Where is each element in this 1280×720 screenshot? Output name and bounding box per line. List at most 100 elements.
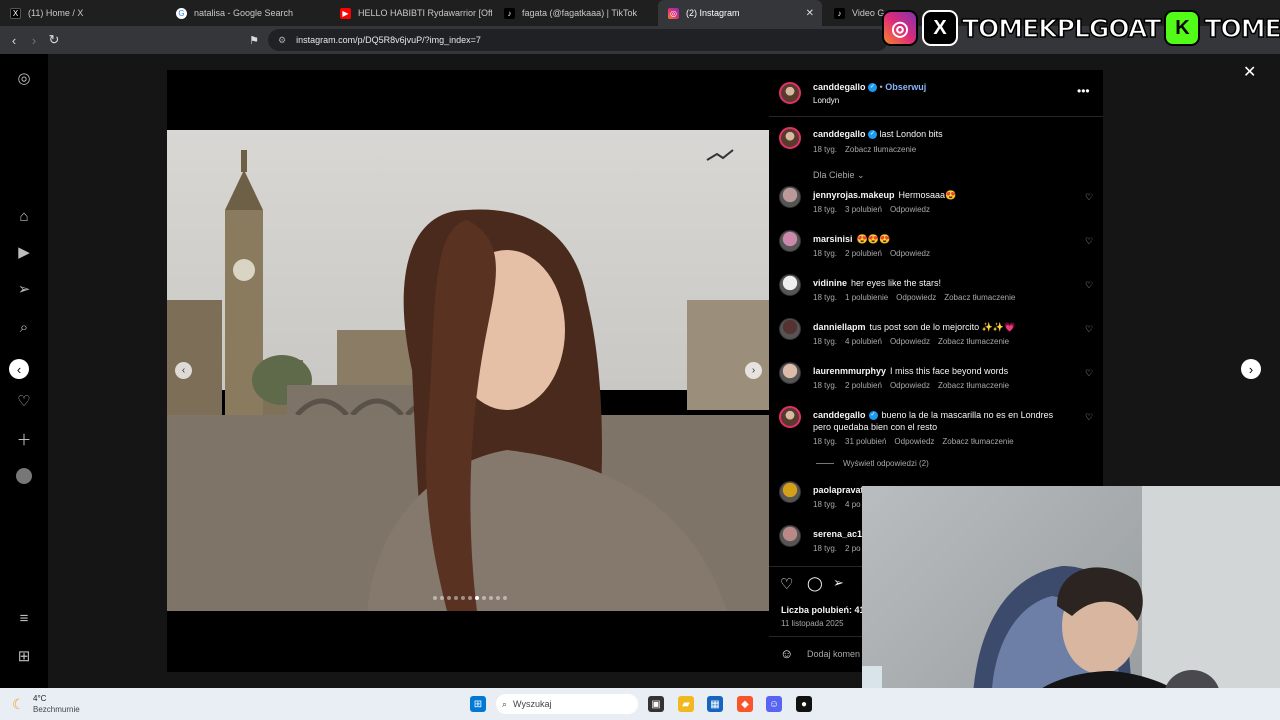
- close-tab-icon[interactable]: ✕: [806, 8, 814, 19]
- comment-likes[interactable]: 3 polubień: [845, 205, 882, 214]
- comment-like-heart-icon[interactable]: ♡: [1085, 236, 1095, 246]
- for-you-dropdown[interactable]: Dla Ciebie ⌄: [813, 170, 865, 181]
- comment-likes[interactable]: 2 po: [845, 544, 861, 553]
- like-heart-icon[interactable]: ♡: [780, 575, 793, 593]
- bookmark-icon[interactable]: ⚑: [244, 30, 264, 50]
- comment-username[interactable]: vidinine: [813, 278, 847, 288]
- search-icon[interactable]: ⌕: [14, 317, 34, 337]
- comment-likes[interactable]: 2 polubień: [845, 381, 882, 390]
- comment-likes[interactable]: 4 polubień: [845, 337, 882, 346]
- messages-icon[interactable]: ➢: [14, 279, 34, 299]
- windows-start-icon[interactable]: ⊞: [470, 696, 486, 712]
- comment-text: tus post son de lo mejorcito ✨✨💗: [869, 322, 1016, 332]
- share-icon[interactable]: ➢: [833, 575, 844, 591]
- forward-arrow-icon[interactable]: ›: [24, 30, 44, 50]
- back-arrow-icon[interactable]: ‹: [4, 30, 24, 50]
- comment-like-heart-icon[interactable]: ♡: [1085, 192, 1095, 202]
- comment-body: marsinisi 😍😍😍: [813, 233, 1063, 245]
- tab-instagram[interactable]: ◎ (2) Instagram ✕: [658, 0, 822, 26]
- tab-x[interactable]: X (11) Home / X: [0, 0, 166, 26]
- comment-likes[interactable]: 4 po: [845, 500, 861, 509]
- taskbar-search[interactable]: ⌕ Wyszukaj: [496, 694, 638, 714]
- home-icon[interactable]: ⌂: [14, 206, 34, 226]
- notifications-heart-icon[interactable]: ♡: [14, 391, 34, 411]
- tab-tiktok[interactable]: ♪ fagata (@fagatkaaa) | TikTok: [494, 0, 658, 26]
- caption-username[interactable]: canddegallo: [813, 129, 866, 139]
- commenter-avatar[interactable]: [779, 186, 801, 208]
- translate-link[interactable]: Zobacz tłumaczenie: [942, 437, 1013, 446]
- commenter-avatar[interactable]: [779, 481, 801, 503]
- comment-likes[interactable]: 31 polubień: [845, 437, 886, 446]
- close-modal-icon[interactable]: ✕: [1243, 62, 1256, 82]
- reply-link[interactable]: Odpowiedz: [896, 293, 936, 302]
- comment-meta: 18 tyg. 2 polubień Odpowiedz Zobacz tłumacz…: [813, 381, 1009, 390]
- translate-link[interactable]: Zobacz tłumaczenie: [845, 145, 916, 154]
- add-comment-input[interactable]: Dodaj komen: [807, 649, 860, 659]
- carousel-dot: [468, 596, 472, 600]
- site-info-icon[interactable]: ⚙: [278, 35, 286, 46]
- comment-like-heart-icon[interactable]: ♡: [1085, 280, 1095, 290]
- comment-like-heart-icon[interactable]: ♡: [1085, 368, 1095, 378]
- emoji-icon[interactable]: ☺: [780, 646, 793, 661]
- translate-link[interactable]: Zobacz tłumaczenie: [938, 337, 1009, 346]
- reply-link[interactable]: Odpowiedz: [890, 249, 930, 258]
- translate-link[interactable]: Zobacz tłumaczenie: [938, 381, 1009, 390]
- translate-link[interactable]: Zobacz tłumaczenie: [944, 293, 1015, 302]
- reply-link[interactable]: Odpowiedz: [890, 337, 930, 346]
- reply-link[interactable]: Odpowiedz: [894, 437, 934, 446]
- next-post-arrow-icon[interactable]: ›: [1241, 359, 1261, 379]
- commenter-avatar[interactable]: [779, 274, 801, 296]
- store-icon[interactable]: ▦: [707, 696, 723, 712]
- view-replies-link[interactable]: Wyświetl odpowiedzi (2): [843, 459, 929, 468]
- instagram-logo-icon[interactable]: ◎: [14, 68, 34, 88]
- comment-username[interactable]: laurenmmurphyy: [813, 366, 886, 376]
- discord-icon[interactable]: ☺: [766, 696, 782, 712]
- meta-apps-icon[interactable]: ⊞: [14, 646, 34, 666]
- comment-username[interactable]: serena_ac14: [813, 529, 867, 539]
- reply-link[interactable]: Odpowiedz: [890, 381, 930, 390]
- comment-like-heart-icon[interactable]: ♡: [1085, 324, 1095, 334]
- follow-button[interactable]: Obserwuj: [885, 82, 926, 92]
- weather-moon-icon[interactable]: ☾: [12, 696, 25, 713]
- tab-video[interactable]: ♪ Video Gam: [824, 0, 884, 26]
- commenter-avatar[interactable]: [779, 230, 801, 252]
- post-location[interactable]: Londyn: [813, 96, 839, 105]
- weather-temp[interactable]: 4°C: [33, 694, 46, 703]
- brave-browser-icon[interactable]: ◆: [737, 696, 753, 712]
- commenter-avatar[interactable]: [779, 525, 801, 547]
- commenter-avatar[interactable]: [779, 318, 801, 340]
- reels-icon[interactable]: ▶: [14, 242, 34, 262]
- likes-count[interactable]: Liczba polubień: 41: [781, 605, 865, 615]
- more-options-icon[interactable]: •••: [1077, 84, 1090, 98]
- comment-likes[interactable]: 1 polubienie: [845, 293, 888, 302]
- obs-icon[interactable]: ●: [796, 696, 812, 712]
- comment-username[interactable]: paolapravat: [813, 485, 864, 495]
- comment-username[interactable]: jennyrojas.makeup: [813, 190, 895, 200]
- task-view-icon[interactable]: ▣: [648, 696, 664, 712]
- file-explorer-icon[interactable]: ▰: [678, 696, 694, 712]
- comment-username[interactable]: marsinisi: [813, 234, 853, 244]
- weather-condition[interactable]: Bezchmurnie: [33, 705, 80, 714]
- more-menu-icon[interactable]: ≡: [14, 608, 34, 628]
- carousel-next-icon[interactable]: ›: [745, 362, 762, 379]
- commenter-avatar[interactable]: [779, 362, 801, 384]
- reply-link[interactable]: Odpowiedz: [890, 205, 930, 214]
- author-username[interactable]: canddegallo: [813, 82, 866, 92]
- address-bar[interactable]: ⚙ instagram.com/p/DQ5R8v6jvuP/?img_index…: [268, 29, 888, 51]
- tab-google[interactable]: G natalisa - Google Search: [166, 0, 332, 26]
- tab-youtube[interactable]: ▶ HELLO HABIBTI Rydawarrior [Official: [330, 0, 492, 26]
- commenter-avatar[interactable]: [779, 406, 801, 428]
- previous-post-arrow-icon[interactable]: ‹: [9, 359, 29, 379]
- carousel-prev-icon[interactable]: ‹: [175, 362, 192, 379]
- create-plus-icon[interactable]: ＋: [14, 429, 34, 449]
- author-avatar[interactable]: [779, 127, 801, 149]
- reload-icon[interactable]: ↻: [44, 30, 64, 50]
- profile-avatar-icon[interactable]: [14, 466, 34, 486]
- author-avatar[interactable]: [779, 82, 801, 104]
- post-photo[interactable]: ‹ ›: [167, 130, 769, 611]
- comment-username[interactable]: danniellapm: [813, 322, 866, 332]
- comment-like-heart-icon[interactable]: ♡: [1085, 412, 1095, 422]
- comment-username[interactable]: canddegallo: [813, 410, 866, 420]
- comment-icon[interactable]: ◯: [807, 575, 823, 592]
- comment-likes[interactable]: 2 polubień: [845, 249, 882, 258]
